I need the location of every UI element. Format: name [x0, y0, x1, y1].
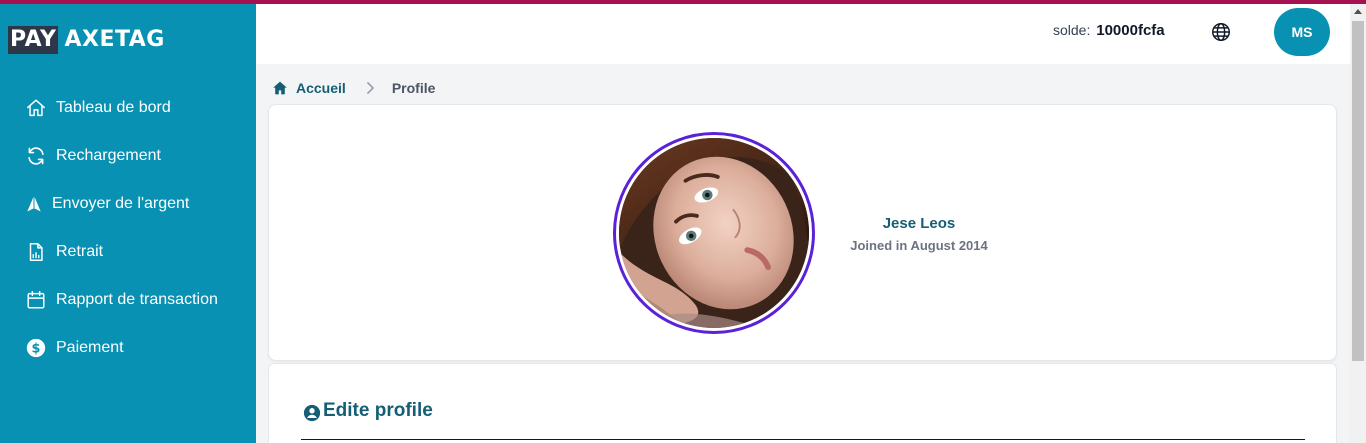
sidebar-item-label: Envoyer de l'argent [52, 195, 190, 212]
scrollbar-thumb[interactable] [1352, 21, 1364, 361]
sidebar-item-withdrawal[interactable]: Retrait [0, 228, 256, 276]
sidebar-item-payment[interactable]: $ Paiement [0, 324, 256, 372]
breadcrumb-home-link[interactable]: Accueil [296, 80, 346, 96]
brand-logo[interactable]: PAY AXETAG [8, 26, 165, 54]
refresh-icon [24, 144, 48, 168]
report-icon [24, 240, 48, 264]
home-icon [24, 96, 48, 120]
user-avatar-button[interactable]: MS [1274, 8, 1330, 56]
profile-joined-date: Joined in August 2014 [850, 238, 988, 253]
sidebar: PAY AXETAG Tableau de bord Rechargement … [0, 4, 256, 443]
profile-photo [613, 132, 815, 334]
top-header: solde: 10000fcfa MS [256, 4, 1350, 64]
balance-label: solde: [1053, 22, 1091, 38]
section-divider [301, 439, 1305, 440]
breadcrumb-current: Profile [391, 80, 436, 96]
sidebar-item-recharge[interactable]: Rechargement [0, 132, 256, 180]
sidebar-item-label: Rapport de transaction [56, 291, 218, 308]
sidebar-nav: Tableau de bord Rechargement Envoyer de … [0, 84, 256, 372]
sidebar-item-label: Rechargement [56, 147, 161, 164]
user-circle-icon [303, 404, 321, 422]
home-icon [272, 80, 288, 96]
edit-profile-heading: Edite profile [303, 400, 433, 422]
profile-card: Jese Leos Joined in August 2014 [268, 104, 1337, 361]
globe-icon[interactable] [1209, 20, 1233, 44]
page-scrollbar[interactable] [1350, 4, 1366, 443]
dollar-icon: $ [24, 336, 48, 360]
user-initials: MS [1291, 24, 1313, 40]
profile-name: Jese Leos [882, 215, 956, 232]
scroll-up-arrow-icon[interactable] [1354, 9, 1362, 14]
sidebar-item-label: Tableau de bord [56, 99, 171, 116]
svg-text:$: $ [32, 342, 41, 357]
sidebar-item-transaction-report[interactable]: Rapport de transaction [0, 276, 256, 324]
sidebar-item-send-money[interactable]: Envoyer de l'argent [0, 180, 256, 228]
balance-display: solde: 10000fcfa [1053, 22, 1165, 39]
top-accent-strip [0, 0, 1366, 4]
balance-value: 10000fcfa [1096, 22, 1165, 39]
sidebar-item-dashboard[interactable]: Tableau de bord [0, 84, 256, 132]
breadcrumb: Accueil Profile [272, 78, 435, 98]
edit-profile-title: Edite profile [323, 400, 433, 421]
sidebar-item-label: Retrait [56, 243, 104, 260]
brand-logo-part2: AXETAG [64, 27, 165, 52]
calendar-icon [24, 288, 48, 312]
brand-logo-part1: PAY [8, 26, 59, 54]
send-icon [24, 192, 44, 216]
edit-profile-card: Edite profile [268, 363, 1337, 443]
sidebar-item-label: Paiement [56, 339, 124, 356]
chevron-right-icon [362, 80, 378, 96]
